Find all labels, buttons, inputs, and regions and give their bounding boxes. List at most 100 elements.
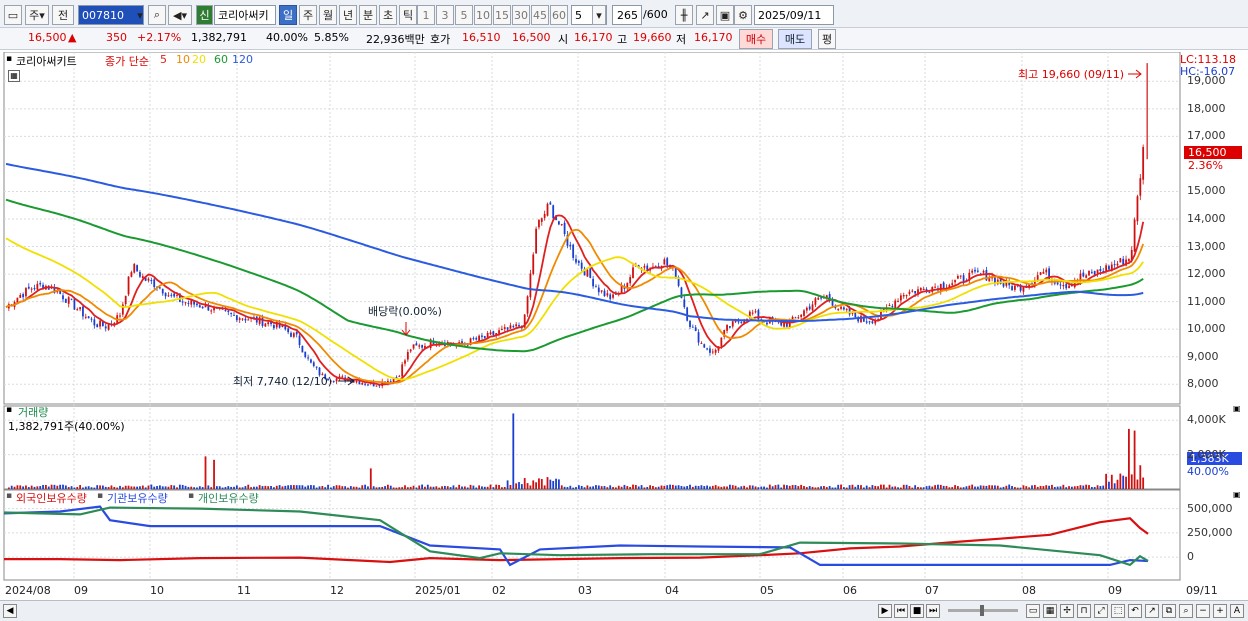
interval-button-5[interactable]: 30 (512, 5, 530, 25)
volume-bar (1085, 484, 1088, 489)
volume-bar (349, 486, 352, 489)
window-menu-icon[interactable]: ▭ (4, 5, 22, 25)
candle-body (492, 331, 495, 335)
scroll-right-icon[interactable]: ▶ (878, 604, 892, 618)
trend-icon[interactable]: ↗ (1145, 604, 1159, 618)
stop-icon[interactable]: ■ (910, 604, 924, 618)
interval-button-1[interactable]: 3 (436, 5, 454, 25)
settings-icon[interactable]: ⚙ (734, 5, 752, 25)
dividend-annotation: 배당락(0.00%) (368, 305, 442, 318)
candle-body (905, 294, 908, 297)
interval-button-0[interactable]: 1 (417, 5, 435, 25)
stock-name-field[interactable]: 코리아써키 (214, 5, 276, 25)
prev-button[interactable]: 전 (52, 5, 74, 25)
volume-bar (67, 487, 70, 489)
zoom-in-icon[interactable]: + (1213, 604, 1227, 618)
magnet-icon[interactable]: ⊓ (1077, 604, 1091, 618)
candle-body (843, 307, 845, 310)
chart-svg[interactable] (0, 52, 1248, 600)
zoom-slider-thumb[interactable] (980, 605, 984, 616)
crosshair-icon[interactable]: ✢ (1060, 604, 1074, 618)
candle-body (1039, 272, 1042, 275)
volume-bar (503, 487, 506, 489)
ma-legend-item: 120 (232, 53, 253, 66)
sound-icon[interactable]: ◀▾ (168, 5, 192, 25)
undo-icon[interactable]: ↶ (1128, 604, 1142, 618)
volume-bar (706, 485, 708, 489)
table-icon[interactable]: ▦ (8, 70, 20, 82)
candle-body (273, 325, 275, 329)
layout-icon[interactable]: ▭ (1026, 604, 1040, 618)
volume-bar (569, 485, 572, 489)
date-input[interactable]: 2025/09/11 (754, 5, 834, 25)
period-button-1[interactable]: 주 (299, 5, 317, 25)
volume-panel-toggle-icon[interactable]: ▪ (6, 405, 12, 415)
volume-bar (338, 485, 341, 489)
change-percent: +2.17% (137, 31, 182, 44)
capture-icon[interactable]: ⬚ (1111, 604, 1125, 618)
zoom-out-icon[interactable]: − (1196, 604, 1210, 618)
period-button-3[interactable]: 년 (339, 5, 357, 25)
price-tick: 18,000 (1187, 101, 1226, 115)
high-price: 19,660 (633, 31, 672, 44)
volume-bar (1090, 486, 1093, 489)
period-button-0[interactable]: 일 (279, 5, 297, 25)
scroll-bar[interactable]: ◀ ▶ ⏮ ■ ⏭ ▭ ▦ ✢ ⊓ ⤢ ⬚ ↶ ↗ ⧉ ⌕ − + A (0, 600, 1248, 621)
holding-close-icon[interactable]: ▣ (1233, 490, 1241, 499)
volume-bar (606, 487, 609, 489)
evaluate-button[interactable]: 평 (818, 29, 836, 49)
x-tick-label: 09 (74, 584, 88, 597)
holding-legend-marker: ▪ (97, 491, 104, 501)
volume-bar (922, 487, 925, 489)
interval-button-4[interactable]: 15 (493, 5, 511, 25)
candle-body (922, 288, 925, 290)
volume-bar (1014, 487, 1016, 489)
interval-dropdown-icon[interactable]: ▾ (592, 5, 606, 25)
candle-body (398, 375, 401, 377)
volume-bar (332, 486, 335, 489)
last-page-icon[interactable]: ⏭ (926, 604, 940, 618)
period-button-4[interactable]: 분 (359, 5, 377, 25)
x-tick-label: 2024/08 (5, 584, 51, 597)
candle-body (957, 275, 959, 279)
grid-icon[interactable]: ▦ (1043, 604, 1057, 618)
copy-icon[interactable]: ⧉ (1162, 604, 1176, 618)
volume-close-icon[interactable]: ▣ (1233, 404, 1241, 413)
count-input[interactable]: 265 (612, 5, 642, 25)
candle-body (543, 213, 546, 218)
current-price: 16,500 (28, 31, 67, 44)
interval-button-2[interactable]: 5 (455, 5, 473, 25)
panel-toggle-icon[interactable]: ▪ (6, 54, 12, 64)
interval-button-3[interactable]: 10 (474, 5, 492, 25)
volume-bar (657, 486, 660, 489)
search-icon[interactable]: ⌕ (148, 5, 166, 25)
candle-body (868, 321, 871, 323)
scroll-left-icon[interactable]: ◀ (3, 604, 17, 618)
buy-button[interactable]: 매수 (739, 29, 773, 49)
first-page-icon[interactable]: ⏮ (894, 604, 908, 618)
candle-body (577, 260, 580, 263)
interval-button-6[interactable]: 45 (531, 5, 549, 25)
volume-bar (156, 486, 158, 489)
period-button-6[interactable]: 틱 (399, 5, 417, 25)
volume-bar (1088, 485, 1090, 489)
volume-bar (1116, 479, 1119, 489)
candle-body (1042, 271, 1045, 274)
candle-body (865, 321, 868, 323)
chart-type-select[interactable]: 주 ▾ (25, 5, 49, 25)
candle-body (70, 298, 73, 300)
interval-button-7[interactable]: 60 (550, 5, 568, 25)
fit-icon[interactable]: ⤢ (1094, 604, 1108, 618)
save-icon[interactable]: ▣ (716, 5, 734, 25)
period-button-5[interactable]: 초 (379, 5, 397, 25)
search-chart-icon[interactable]: ⌕ (1179, 604, 1193, 618)
candle-icon[interactable]: ╫ (675, 5, 693, 25)
period-button-2[interactable]: 월 (319, 5, 337, 25)
sell-button[interactable]: 매도 (778, 29, 812, 49)
draw-tool-icon[interactable]: ↗ (696, 5, 714, 25)
code-dropdown-icon[interactable]: ▾ (134, 5, 146, 25)
candle-body (406, 352, 409, 360)
candle-body (595, 286, 597, 288)
chart-area[interactable]: ▪ 코리아써키트 종가 단순 5 10 20 60 120 ▦ LC:113.18 HC… (0, 52, 1248, 612)
font-size-icon[interactable]: A (1230, 604, 1244, 618)
